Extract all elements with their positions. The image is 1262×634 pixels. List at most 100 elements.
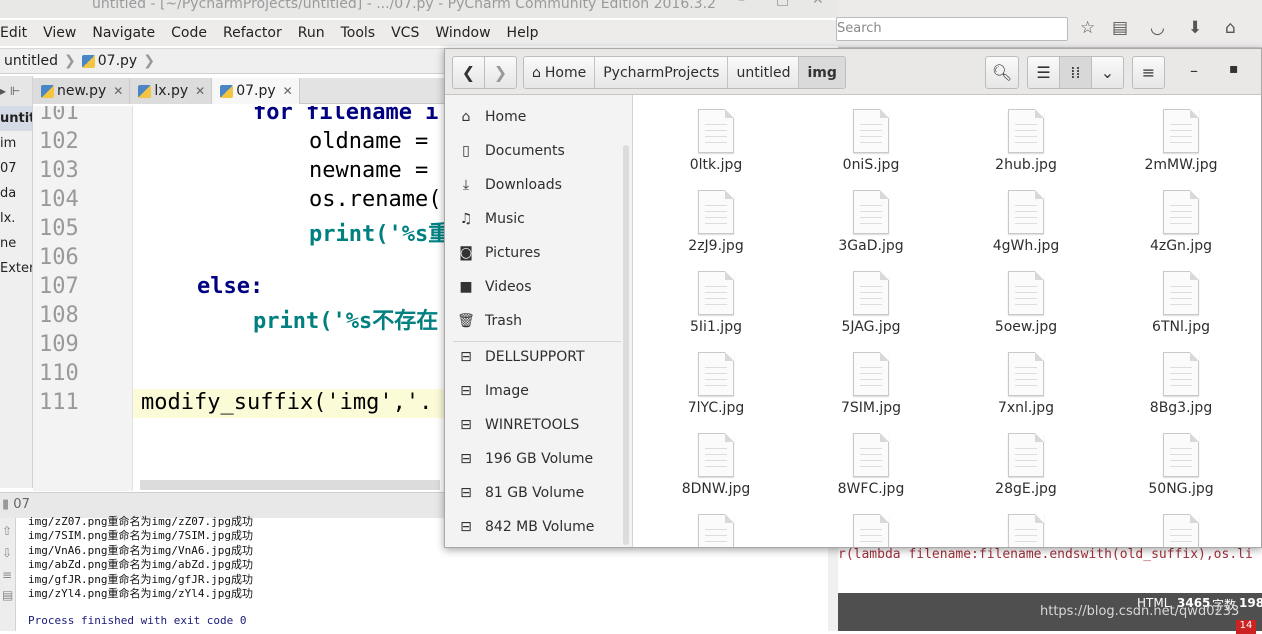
- menu-window[interactable]: Window: [435, 25, 490, 41]
- file-item[interactable]: 2zJ9.jpg: [656, 182, 776, 258]
- search-button[interactable]: 🔍︎: [985, 56, 1019, 89]
- file-item[interactable]: 7SIM.jpg: [811, 344, 931, 420]
- close-icon[interactable]: ✕: [812, 0, 824, 7]
- file-item[interactable]: 4zGn.jpg: [1121, 182, 1241, 258]
- image-file-icon: [1163, 109, 1199, 153]
- menu-view[interactable]: View: [43, 25, 76, 41]
- menu-navigate[interactable]: Navigate: [92, 25, 155, 41]
- project-tree-item[interactable]: 07: [0, 156, 32, 181]
- sidebar-item-home[interactable]: ⌂ Home: [445, 100, 620, 134]
- forward-button[interactable]: ❯: [484, 56, 517, 89]
- file-item[interactable]: [966, 506, 1086, 547]
- file-item[interactable]: 2hub.jpg: [966, 101, 1086, 177]
- image-file-icon: [1008, 514, 1044, 547]
- sidebar-scrollbar[interactable]: [623, 145, 629, 545]
- menu-help[interactable]: Help: [507, 25, 539, 41]
- maximize-icon[interactable]: □: [776, 0, 789, 7]
- back-button[interactable]: ❮: [452, 56, 485, 89]
- drive-icon: ⊟: [460, 417, 472, 433]
- file-item[interactable]: 7xnl.jpg: [966, 344, 1086, 420]
- project-tree-item[interactable]: im: [0, 131, 32, 156]
- sidebar-item-videos[interactable]: ■ Videos: [445, 270, 620, 304]
- file-item[interactable]: 4gWh.jpg: [966, 182, 1086, 258]
- tab-label: 07.py: [236, 83, 276, 99]
- file-item[interactable]: [656, 506, 776, 547]
- sidebar-item-pictures[interactable]: ◙ Pictures: [445, 236, 620, 270]
- sidebar-item-dellsupport[interactable]: ⊟ DELLSUPPORT: [445, 340, 620, 374]
- file-item[interactable]: 2mMW.jpg: [1121, 101, 1241, 177]
- pocket-icon[interactable]: ◡: [1150, 18, 1165, 38]
- view-options-button[interactable]: ⌄: [1091, 56, 1124, 89]
- minimize-icon[interactable]: –: [1190, 61, 1198, 80]
- file-item[interactable]: [1121, 506, 1241, 547]
- sidebar-item-music[interactable]: ♫ Music: [445, 202, 620, 236]
- sidebar-item-trash[interactable]: 🗑︎ Trash: [445, 304, 620, 338]
- sidebar-item-196gb[interactable]: ⊟ 196 GB Volume: [445, 442, 620, 476]
- close-tab-icon[interactable]: ✕: [283, 84, 293, 98]
- file-item[interactable]: 0ltk.jpg: [656, 101, 776, 177]
- minimize-icon[interactable]: –: [738, 0, 745, 7]
- tab-lx-py[interactable]: lx.py ✕: [130, 78, 213, 104]
- home-button-icon[interactable]: ⌂: [1225, 18, 1236, 38]
- path-home-button[interactable]: ⌂ Home: [524, 57, 596, 88]
- file-item[interactable]: 5JAG.jpg: [811, 263, 931, 339]
- project-tree-item[interactable]: Exter: [0, 256, 32, 281]
- sidebar-item-winretools[interactable]: ⊟ WINRETOOLS: [445, 408, 620, 442]
- file-item[interactable]: 0niS.jpg: [811, 101, 931, 177]
- file-item[interactable]: 8DNW.jpg: [656, 425, 776, 501]
- file-item[interactable]: 6TNl.jpg: [1121, 263, 1241, 339]
- menu-code[interactable]: Code: [171, 25, 207, 41]
- sidebar-item-downloads[interactable]: ⤓ Downloads: [445, 168, 620, 202]
- sidebar-item-image[interactable]: ⊟ Image: [445, 374, 620, 408]
- editor-horizontal-scrollbar[interactable]: [140, 480, 440, 490]
- close-tab-icon[interactable]: ✕: [195, 84, 205, 98]
- sidebar-item-842mb[interactable]: ⊟ 842 MB Volume: [445, 510, 620, 544]
- file-item[interactable]: 3GaD.jpg: [811, 182, 931, 258]
- file-item[interactable]: 8WFC.jpg: [811, 425, 931, 501]
- tab-07-py[interactable]: 07.py ✕: [212, 78, 300, 104]
- print-icon[interactable]: ▤: [0, 588, 15, 602]
- browser-search-input[interactable]: Search: [836, 17, 1068, 41]
- download-arrow-icon[interactable]: ⬇: [1188, 18, 1202, 38]
- breadcrumb-separator-icon: ❯: [64, 53, 76, 69]
- project-tree-item[interactable]: ne: [0, 231, 32, 256]
- file-item[interactable]: 28gE.jpg: [966, 425, 1086, 501]
- file-item[interactable]: 7lYC.jpg: [656, 344, 776, 420]
- run-tab-label[interactable]: 07: [13, 497, 30, 512]
- list-view-button[interactable]: ☰: [1027, 56, 1060, 89]
- bookmark-star-icon[interactable]: ☆: [1080, 18, 1095, 38]
- python-file-icon: [81, 54, 95, 68]
- menu-run[interactable]: Run: [298, 25, 325, 41]
- maximize-icon[interactable]: ▪: [1229, 61, 1239, 77]
- path-untitled-button[interactable]: untitled: [728, 57, 800, 88]
- breadcrumb-project[interactable]: untitled: [0, 53, 64, 69]
- project-tree-item[interactable]: lx.: [0, 206, 32, 231]
- file-item[interactable]: 8Bg3.jpg: [1121, 344, 1241, 420]
- sidebar-item-81gb[interactable]: ⊟ 81 GB Volume: [445, 476, 620, 510]
- file-name: 8Bg3.jpg: [1149, 400, 1213, 416]
- project-tree-root[interactable]: untit: [0, 106, 32, 131]
- up-arrow-icon[interactable]: ⇧: [0, 524, 15, 538]
- tab-new-py[interactable]: new.py ✕: [33, 78, 131, 104]
- file-item[interactable]: [811, 506, 931, 547]
- grid-view-button[interactable]: ⁞⁞: [1059, 56, 1092, 89]
- menu-edit[interactable]: Edit: [0, 25, 27, 41]
- file-name: 8DNW.jpg: [681, 481, 751, 497]
- menu-vcs[interactable]: VCS: [391, 25, 419, 41]
- file-item[interactable]: 50NG.jpg: [1121, 425, 1241, 501]
- file-item[interactable]: 5oew.jpg: [966, 263, 1086, 339]
- menu-button[interactable]: ≡: [1132, 56, 1165, 89]
- reading-list-icon[interactable]: ▤: [1112, 18, 1128, 38]
- breadcrumb-file[interactable]: 07.py: [76, 53, 143, 69]
- menu-tools[interactable]: Tools: [341, 25, 376, 41]
- sidebar-item-documents[interactable]: ▯ Documents: [445, 134, 620, 168]
- file-item[interactable]: 5Ii1.jpg: [656, 263, 776, 339]
- document-icon: ▯: [462, 143, 470, 159]
- menu-refactor[interactable]: Refactor: [223, 25, 282, 41]
- path-pycharmprojects-button[interactable]: PycharmProjects: [595, 57, 729, 88]
- down-arrow-icon[interactable]: ⇩: [0, 546, 15, 560]
- wrap-icon[interactable]: ≡: [0, 568, 15, 582]
- path-img-button[interactable]: img: [799, 57, 845, 88]
- close-tab-icon[interactable]: ✕: [113, 84, 123, 98]
- project-tree-item[interactable]: da: [0, 181, 32, 206]
